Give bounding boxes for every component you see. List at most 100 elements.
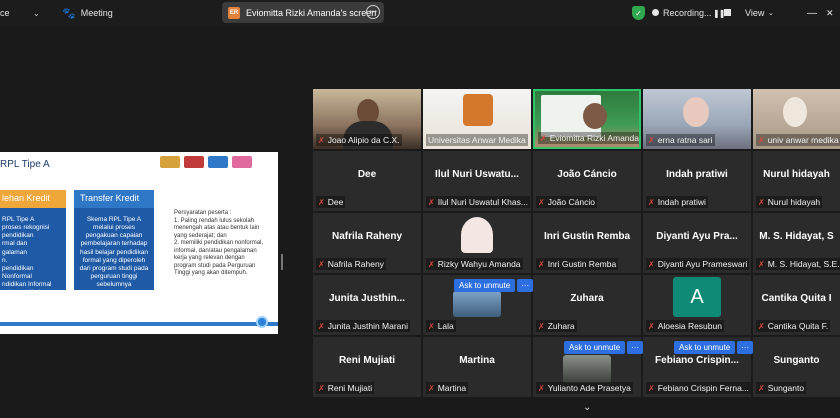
participant-name-label: ✗ erna ratna sari xyxy=(646,134,715,146)
more-options-icon[interactable]: ••• xyxy=(366,5,380,19)
avatar-image xyxy=(461,217,493,253)
participant-tile[interactable]: Zuhara ✗ Zuhara xyxy=(533,275,641,335)
participant-name-label: ✗ Eviomitta Rizki Amanda xyxy=(538,132,639,144)
participant-tile[interactable]: ✗ Joao Alipio da C.X. xyxy=(313,89,421,149)
participant-tile[interactable]: Inri Gustin Remba ✗ Inri Gustin Remba xyxy=(533,213,641,273)
ask-to-unmute-control: Ask to unmute ··· xyxy=(564,341,644,354)
participant-gallery: ✗ Joao Alipio da C.X. Universitas Anwar M… xyxy=(313,89,840,399)
participant-video-face xyxy=(783,97,807,127)
participant-display-name: Inri Gustin Remba xyxy=(543,231,631,242)
mic-muted-icon: ✗ xyxy=(538,383,545,393)
ask-to-unmute-button[interactable]: Ask to unmute xyxy=(564,341,626,354)
slide-requirements: Persyaratan peserta : 1. Paling rendah l… xyxy=(174,210,264,276)
chevron-down-icon[interactable]: ⌄ xyxy=(33,0,40,26)
gallery-scroll-down-icon[interactable]: ⌄ xyxy=(583,402,591,413)
participant-name-label: ✗ Diyanti Ayu Prameswari xyxy=(646,258,750,270)
meeting-button[interactable]: 🐾 Meeting xyxy=(62,0,113,26)
participant-tile[interactable]: Universitas Anwar Medika xyxy=(423,89,531,149)
close-button[interactable]: ✕ xyxy=(826,0,834,26)
avatar-initial: A xyxy=(673,277,721,317)
slide-knob-icon xyxy=(256,316,268,328)
security-shield-icon[interactable]: ✓ xyxy=(632,6,645,20)
participant-name-label: ✗ Inri Gustin Remba xyxy=(536,258,619,270)
split-divider-handle[interactable] xyxy=(281,254,283,270)
minimize-button[interactable]: — xyxy=(807,0,817,26)
slide-col1-body: RPL Tipe A proses rekognisi pendidikan r… xyxy=(0,208,66,296)
mic-muted-icon: ✗ xyxy=(648,321,655,331)
participant-tile[interactable]: ✗ Rizky Wahyu Amanda xyxy=(423,213,531,273)
participant-name-label: ✗ Febiano Crispin Ferna... xyxy=(646,382,751,394)
zoom-window: ce ⌄ 🐾 Meeting ER Eviomitta Rizki Amanda… xyxy=(0,0,840,418)
participant-tile[interactable]: Junita Justhin... ✗ Junita Justhin Marani xyxy=(313,275,421,335)
participant-name-label: ✗ Indah pratiwi xyxy=(646,196,708,208)
participant-tile[interactable]: A ✗ Aloesia Resubun xyxy=(643,275,751,335)
participant-display-name: Diyanti Ayu Pra... xyxy=(656,231,738,242)
participant-video-face xyxy=(583,103,607,129)
participant-tile[interactable]: Nurul hidayah ✗ Nurul hidayah xyxy=(753,151,840,211)
mic-muted-icon: ✗ xyxy=(648,135,655,145)
mic-muted-icon: ✗ xyxy=(540,133,547,143)
participant-name-label: ✗ João Cáncio xyxy=(536,196,597,208)
mic-muted-icon: ✗ xyxy=(318,197,325,207)
top-bar: ce ⌄ 🐾 Meeting ER Eviomitta Rizki Amanda… xyxy=(0,0,840,26)
participant-tile[interactable]: Reni Mujiati ✗ Reni Mujiati xyxy=(313,337,421,397)
more-options-icon[interactable]: ··· xyxy=(627,341,644,354)
participant-name-label: ✗ Ilul Nuri Uswatul Khas... xyxy=(426,196,530,208)
pause-recording-icon[interactable]: ❚❚ xyxy=(713,0,725,26)
slide-col1-header: lehan Kredit xyxy=(0,190,66,208)
participant-display-name: Nafrila Raheny xyxy=(331,231,403,242)
participant-display-name: Ilul Nuri Uswatu... xyxy=(435,169,519,180)
ask-to-unmute-button[interactable]: Ask to unmute xyxy=(674,341,736,354)
participant-tile[interactable]: João Cáncio ✗ João Cáncio xyxy=(533,151,641,211)
slide-title: RPL Tipe A xyxy=(0,159,50,170)
participant-tile[interactable]: Diyanti Ayu Pra... ✗ Diyanti Ayu Prameswa… xyxy=(643,213,751,273)
participant-tile[interactable]: Sunganto ✗ Sunganto xyxy=(753,337,840,397)
slide-col2-header: Transfer Kredit xyxy=(74,190,154,208)
view-button[interactable]: View xyxy=(745,0,764,26)
participant-display-name: Cantika Quita I xyxy=(761,293,832,304)
participant-video-face xyxy=(683,97,709,127)
participant-display-name: Dee xyxy=(357,169,377,180)
mic-muted-icon: ✗ xyxy=(318,383,325,393)
screen-share-indicator[interactable]: ER Eviomitta Rizki Amanda's screen ••• xyxy=(222,2,384,23)
participant-display-name: Febiano Crispin... xyxy=(655,355,739,366)
view-chevron-icon[interactable]: ⌄ xyxy=(768,0,774,26)
mic-muted-icon: ✗ xyxy=(428,321,435,331)
participant-tile[interactable]: Indah pratiwi ✗ Indah pratiwi xyxy=(643,151,751,211)
participant-tile[interactable]: ✗ univ anwar medika xyxy=(753,89,840,149)
participant-name-label: ✗ Dee xyxy=(316,196,346,208)
participant-name-label: ✗ Sunganto xyxy=(756,382,807,394)
ask-to-unmute-button[interactable]: Ask to unmute xyxy=(454,279,516,292)
mic-muted-icon: ✗ xyxy=(538,259,545,269)
more-options-icon[interactable]: ··· xyxy=(517,279,534,292)
mic-muted-icon: ✗ xyxy=(538,321,545,331)
participant-tile[interactable]: M. S. Hidayat, S ✗ M. S. Hidayat, S.E. xyxy=(753,213,840,273)
app-name: ce xyxy=(0,8,10,18)
participant-tile[interactable]: Nafrila Raheny ✗ Nafrila Raheny xyxy=(313,213,421,273)
participant-name-label: ✗ Zuhara xyxy=(536,320,577,332)
participant-tile[interactable]: Martina ✗ Martina xyxy=(423,337,531,397)
mic-muted-icon: ✗ xyxy=(648,259,655,269)
partner-logo-icon xyxy=(184,156,204,168)
participant-tile[interactable]: Ilul Nuri Uswatu... ✗ Ilul Nuri Uswatul K… xyxy=(423,151,531,211)
participant-tile[interactable]: Cantika Quita I ✗ Cantika Quita F. xyxy=(753,275,840,335)
mic-muted-icon: ✗ xyxy=(428,197,435,207)
participant-tile-active-speaker[interactable]: ✗ Eviomitta Rizki Amanda xyxy=(533,89,641,149)
participant-name-label: Universitas Anwar Medika xyxy=(426,134,528,146)
more-options-icon[interactable]: ··· xyxy=(737,341,754,354)
participant-tile[interactable]: ✗ erna ratna sari xyxy=(643,89,751,149)
participant-tile[interactable]: Dee ✗ Dee xyxy=(313,151,421,211)
shared-screen-slide: RPL Tipe A lehan Kredit RPL Tipe A prose… xyxy=(0,152,278,334)
mic-muted-icon: ✗ xyxy=(758,197,765,207)
recording-label: Recording... xyxy=(663,8,712,18)
participant-display-name: João Cáncio xyxy=(557,169,617,180)
participant-display-name: Reni Mujiati xyxy=(338,355,396,366)
mic-muted-icon: ✗ xyxy=(318,135,325,145)
participant-name-label: ✗ Rizky Wahyu Amanda xyxy=(426,258,523,270)
university-logo-icon xyxy=(463,94,493,126)
sharer-badge: ER xyxy=(228,6,240,19)
mic-muted-icon: ✗ xyxy=(538,197,545,207)
slide-col2-body: Skema RPL Tipe A melalui proses pengakua… xyxy=(74,208,154,290)
stop-recording-icon[interactable] xyxy=(724,9,731,16)
participant-display-name: Junita Justhin... xyxy=(328,293,406,304)
